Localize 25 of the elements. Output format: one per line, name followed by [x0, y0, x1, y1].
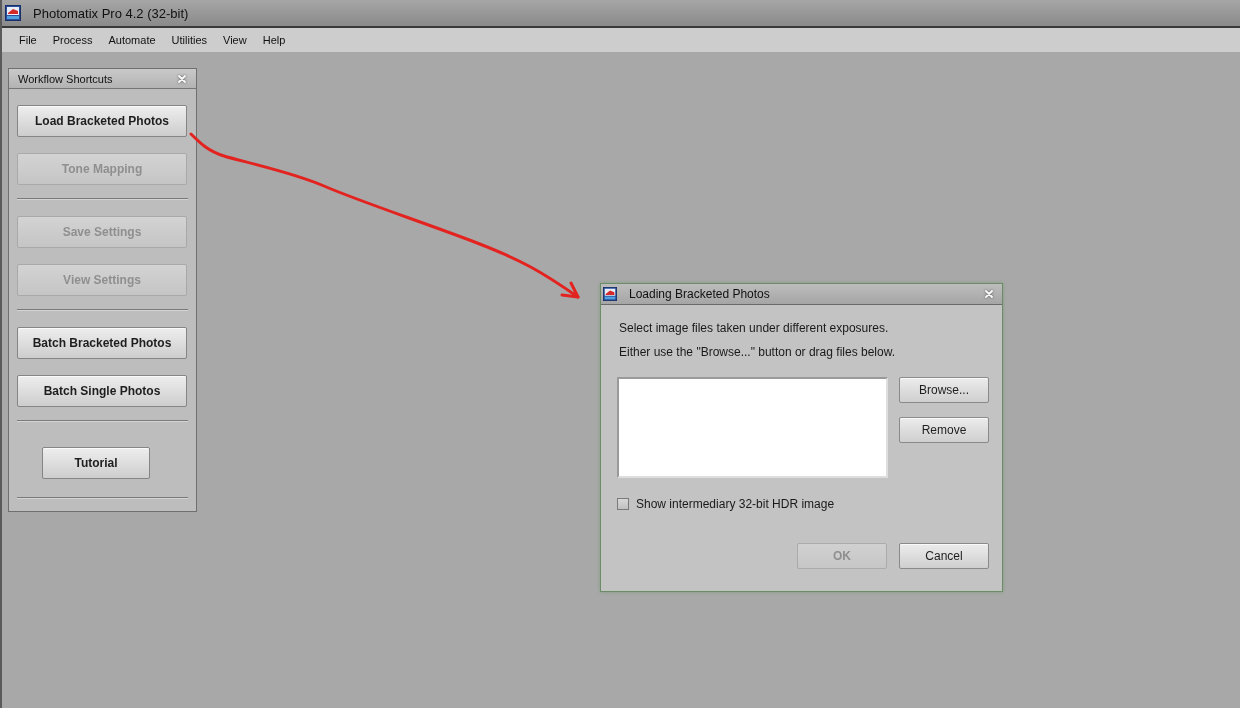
app-icon — [603, 287, 617, 301]
menu-item[interactable]: File — [19, 34, 37, 46]
file-list-field[interactable] — [617, 377, 888, 478]
menu-item[interactable]: Process — [52, 34, 93, 46]
dialog-title: Loading Bracketed Photos — [629, 287, 771, 301]
dialog-button[interactable]: Cancel — [899, 543, 989, 569]
menu-item[interactable]: Automate — [108, 34, 156, 46]
shortcut-button[interactable]: Batch Single Photos — [17, 375, 187, 407]
menu-item[interactable]: Utilities — [171, 34, 208, 46]
shortcut-button[interactable]: Batch Bracketed Photos — [17, 327, 187, 359]
dialog-button[interactable]: Remove — [899, 417, 989, 443]
shortcut-button[interactable]: Load Bracketed Photos — [17, 105, 187, 137]
shortcut-button[interactable]: Tutorial — [42, 447, 150, 479]
menu-item[interactable]: Help — [262, 34, 286, 46]
dialog-button[interactable]: Browse... — [899, 377, 989, 403]
panel-title: Workflow Shortcuts — [18, 72, 113, 85]
window-title: Photomatix Pro 4.2 (32-bit) — [33, 5, 189, 21]
checkbox-label: Show intermediary 32-bit HDR image — [636, 497, 835, 511]
instruction-text: Select image files taken under different exposures. — [618, 320, 890, 337]
close-icon[interactable] — [985, 290, 993, 298]
menu-item[interactable]: View — [223, 34, 247, 46]
instruction-text: Either use the "Browse..." button or drag files below. — [618, 344, 896, 361]
checkbox[interactable] — [617, 498, 629, 510]
app-icon — [5, 5, 21, 21]
close-icon[interactable] — [178, 74, 186, 83]
